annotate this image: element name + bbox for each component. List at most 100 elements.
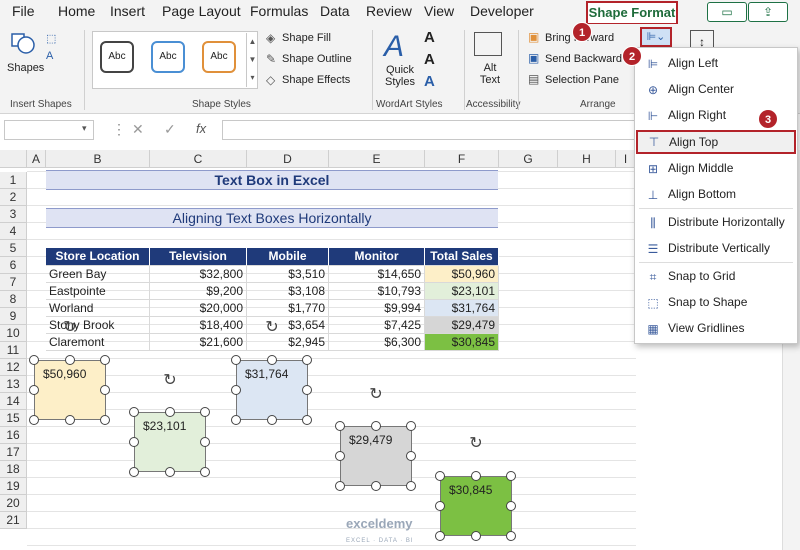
table-cell[interactable]: $30,845 (425, 334, 499, 351)
resize-handle[interactable] (371, 481, 381, 491)
table-cell[interactable]: Worland (46, 300, 150, 317)
menu-item-align-top[interactable]: ⊤ Align Top (636, 130, 796, 154)
resize-handle[interactable] (471, 471, 481, 481)
edit-shape-icon[interactable]: ⬚ (46, 32, 60, 45)
resize-handle[interactable] (200, 437, 210, 447)
row-header[interactable]: 13 (0, 376, 27, 393)
resize-handle[interactable] (506, 501, 516, 511)
resize-handle[interactable] (29, 415, 39, 425)
alt-text-button[interactable]: Alt Text (478, 62, 502, 86)
menu-item-align-center[interactable]: ⊕ Align Center (635, 78, 797, 102)
table-cell[interactable]: $29,479 (425, 317, 499, 334)
fx-label[interactable]: fx (196, 121, 206, 136)
table-cell[interactable]: Eastpointe (46, 283, 150, 300)
rotate-handle-icon[interactable]: ↻ (367, 386, 385, 404)
tab-review[interactable]: Review (366, 3, 412, 19)
column-header[interactable]: G (499, 150, 558, 168)
tab-view[interactable]: View (424, 3, 454, 19)
column-header[interactable]: A (27, 150, 46, 168)
resize-handle[interactable] (29, 355, 39, 365)
row-header[interactable]: 7 (0, 274, 27, 291)
resize-handle[interactable] (435, 501, 445, 511)
table-cell[interactable]: $21,600 (150, 334, 247, 351)
table-cell[interactable]: $9,200 (150, 283, 247, 300)
text-box[interactable]: $23,101 (134, 412, 206, 472)
row-header[interactable]: 20 (0, 495, 27, 512)
column-header[interactable]: H (558, 150, 616, 168)
rotate-handle-icon[interactable]: ↻ (161, 372, 179, 390)
column-header[interactable]: C (150, 150, 247, 168)
menu-item-view-gridlines[interactable]: ▦ View Gridlines (635, 317, 797, 341)
table-cell[interactable]: $50,960 (425, 266, 499, 283)
resize-handle[interactable] (435, 531, 445, 541)
menu-item-align-bottom[interactable]: ⊥ Align Bottom (635, 183, 797, 207)
shape-effects-button[interactable]: Shape Effects (282, 74, 350, 86)
resize-handle[interactable] (165, 467, 175, 477)
resize-handle[interactable] (100, 385, 110, 395)
chevron-down-icon[interactable]: ▾ (82, 123, 87, 134)
resize-handle[interactable] (267, 415, 277, 425)
table-cell[interactable]: $9,994 (329, 300, 425, 317)
resize-handle[interactable] (29, 385, 39, 395)
row-header[interactable]: 12 (0, 359, 27, 376)
resize-handle[interactable] (302, 355, 312, 365)
column-header[interactable]: I (616, 150, 636, 168)
resize-handle[interactable] (129, 467, 139, 477)
row-header[interactable]: 11 (0, 342, 27, 359)
row-header[interactable]: 4 (0, 223, 27, 240)
enter-icon[interactable]: ✓ (164, 121, 176, 138)
row-header[interactable]: 5 (0, 240, 27, 257)
column-header[interactable]: D (247, 150, 329, 168)
resize-handle[interactable] (200, 467, 210, 477)
text-box[interactable]: $30,845 (440, 476, 512, 536)
resize-handle[interactable] (100, 355, 110, 365)
column-header[interactable]: F (425, 150, 499, 168)
tab-developer[interactable]: Developer (470, 3, 534, 19)
resize-handle[interactable] (302, 385, 312, 395)
rotate-handle-icon[interactable]: ↻ (61, 319, 79, 337)
resize-handle[interactable] (471, 531, 481, 541)
style-preset-1[interactable]: Abc (100, 41, 134, 73)
table-cell[interactable]: $14,650 (329, 266, 425, 283)
resize-handle[interactable] (231, 415, 241, 425)
resize-handle[interactable] (129, 437, 139, 447)
resize-handle[interactable] (65, 355, 75, 365)
table-cell[interactable]: $6,300 (329, 334, 425, 351)
gallery-scroll[interactable]: ▲ ▼ ▾ (246, 33, 258, 87)
text-outline-icon[interactable]: A (424, 51, 435, 68)
column-header[interactable]: E (329, 150, 425, 168)
text-box[interactable]: $29,479 (340, 426, 412, 486)
row-header[interactable]: 1 (0, 172, 27, 189)
row-header[interactable]: 21 (0, 512, 27, 529)
resize-handle[interactable] (506, 531, 516, 541)
table-cell[interactable]: $3,108 (247, 283, 329, 300)
table-cell[interactable]: $23,101 (425, 283, 499, 300)
table-cell[interactable]: $18,400 (150, 317, 247, 334)
select-all-corner[interactable] (0, 150, 27, 168)
share-icon[interactable]: ⇪ (748, 2, 788, 22)
resize-handle[interactable] (335, 421, 345, 431)
table-cell[interactable]: $10,793 (329, 283, 425, 300)
tab-home[interactable]: Home (58, 3, 95, 19)
alt-text-icon[interactable] (474, 32, 502, 56)
menu-item-distribute-vertically[interactable]: ☰ Distribute Vertically (635, 237, 797, 261)
resize-handle[interactable] (435, 471, 445, 481)
resize-handle[interactable] (231, 385, 241, 395)
resize-handle[interactable] (65, 415, 75, 425)
text-fill-icon[interactable]: A (424, 29, 435, 46)
table-cell[interactable]: $2,945 (247, 334, 329, 351)
quick-styles-button[interactable]: Quick Styles (384, 64, 416, 88)
row-header[interactable]: 14 (0, 393, 27, 410)
align-dropdown-button[interactable]: ⊫⌄ (640, 27, 672, 47)
resize-handle[interactable] (129, 407, 139, 417)
resize-handle[interactable] (335, 451, 345, 461)
send-backward-button[interactable]: Send Backward (545, 53, 622, 65)
selection-pane-button[interactable]: Selection Pane (545, 74, 619, 86)
row-header[interactable]: 15 (0, 410, 27, 427)
resize-handle[interactable] (406, 481, 416, 491)
table-cell[interactable]: $3,510 (247, 266, 329, 283)
table-cell[interactable]: $20,000 (150, 300, 247, 317)
resize-handle[interactable] (200, 407, 210, 417)
tab-insert[interactable]: Insert (110, 3, 145, 19)
cancel-icon[interactable]: ✕ (132, 121, 144, 138)
